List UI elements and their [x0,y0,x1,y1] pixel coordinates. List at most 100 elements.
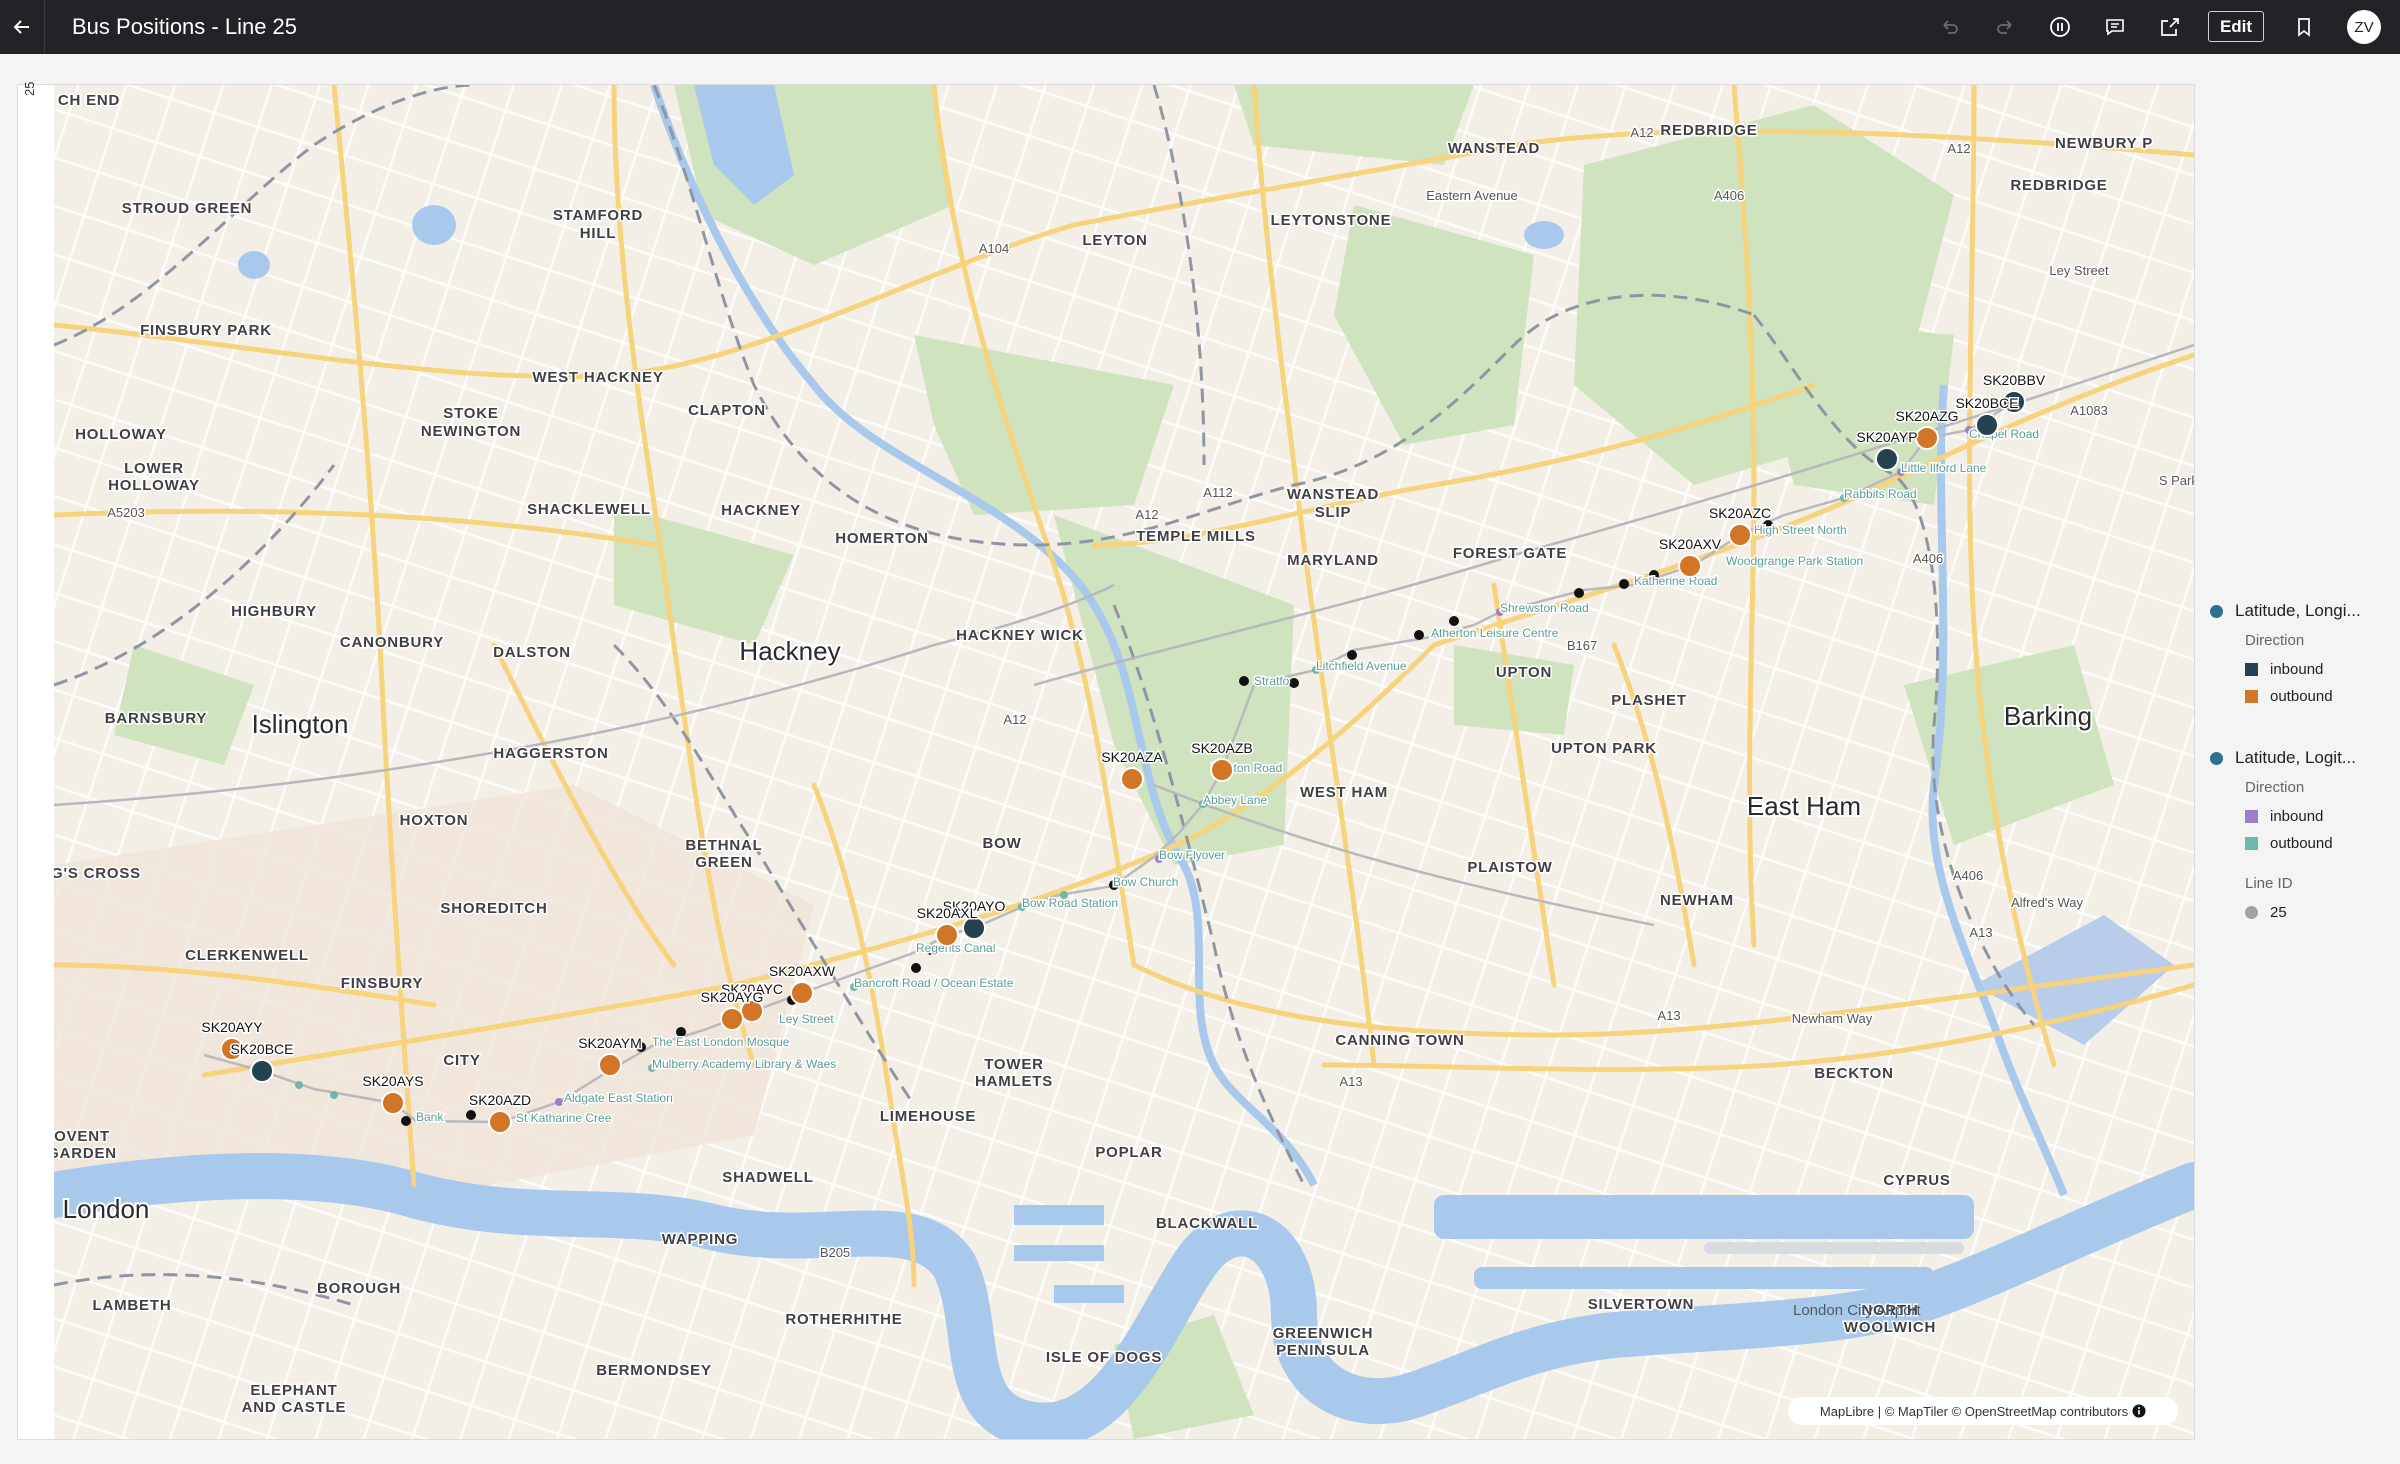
district-label: LEYTON [1082,232,1147,249]
map-canvas[interactable]: STROUD GREEN FINSBURY PARK STAMFORDHILL LEY… [54,85,2194,1439]
district-label: CANONBURY [340,634,444,651]
share-icon [2161,18,2179,36]
district-label: HILL [580,225,617,242]
bus-marker-inbound[interactable] [1875,447,1899,471]
legend-item-label: inbound [2270,808,2324,825]
bus-label: SK20AZG [1895,408,1958,424]
bookmark-button[interactable] [2286,9,2322,45]
undo-button[interactable] [1932,9,1968,45]
district-label: CANNING TOWN [1335,1032,1464,1049]
district-label: SHOREDITCH [440,900,547,917]
bus-label: SK20BCE [230,1041,293,1057]
map-view[interactable]: STROUD GREEN FINSBURY PARK STAMFORD HILL LEY… [54,85,2194,1439]
stop-label: Bank [416,1110,444,1124]
bus-label: SK20AYM [578,1035,642,1051]
district-label: MARYLAND [1287,552,1379,569]
bus-marker-outbound[interactable] [1120,767,1144,791]
district-label: FINSBURY PARK [140,322,272,339]
district-label: BLACKWALL [1156,1215,1258,1232]
bus-marker-outbound[interactable] [381,1091,405,1115]
bus-marker-inbound[interactable] [1975,413,1999,437]
stop-label: Rabbits Road [1844,487,1917,501]
road-label: Ley Street [2049,263,2109,278]
district-label: STOKE [443,405,498,422]
district-label: BOW [982,835,1021,852]
bus-label: SK20AXV [1659,536,1722,552]
bus-marker-outbound[interactable] [790,981,814,1005]
layer-dot-icon [2210,751,2223,765]
bus-marker-inbound[interactable] [250,1059,274,1083]
road-label: A1083 [2070,403,2108,418]
pause-icon [2050,17,2070,37]
legend-layer1-title[interactable]: Latitude, Longi... [2210,596,2400,626]
y-axis-tick: 25 [22,81,37,96]
stop-label: Woodgrange Park Station [1726,554,1863,568]
district-label: WOOLWICH [1844,1319,1936,1336]
legend-layer2-title[interactable]: Latitude, Logit... [2210,743,2400,773]
legend-item-inbound-1[interactable]: inbound [2245,656,2400,683]
bus-label: SK20AZA [1101,749,1163,765]
pause-button[interactable] [2042,9,2078,45]
edit-button[interactable]: Edit [2208,11,2264,42]
swatch-icon [2245,810,2258,823]
district-label: STROUD GREEN [122,200,252,217]
share-button[interactable] [2152,9,2188,45]
stop-label: Abbey Lane [1203,793,1267,807]
district-label: UPTON [1496,664,1552,681]
road-label: A104 [979,241,1009,256]
bus-label: SK20AZD [469,1092,531,1108]
bus-marker-outbound[interactable] [1915,426,1939,450]
top-bar: Bus Positions - Line 25 Edit ZV [0,0,2400,54]
legend-item-inbound-2[interactable]: inbound [2245,803,2400,830]
bus-marker-outbound[interactable] [488,1110,512,1134]
stop-label: Bow Road Station [1022,896,1118,910]
bus-label: SK20BBV [1983,372,2046,388]
redo-button[interactable] [1987,9,2023,45]
back-button[interactable] [0,0,45,54]
page-title: Bus Positions - Line 25 [72,14,298,39]
district-label: TEMPLE MILLS [1136,528,1256,545]
airport-runway [1704,1242,1964,1254]
legend-item-outbound-2[interactable]: outbound [2245,830,2400,857]
bus-marker-outbound[interactable] [1728,523,1752,547]
district-label: HACKNEY WICK [956,627,1084,644]
district-label: WEST HACKNEY [532,369,663,386]
bus-marker-outbound[interactable] [935,923,959,947]
bus-marker-outbound[interactable] [1678,554,1702,578]
district-label: HOMERTON [835,530,929,547]
district-label: CITY [443,1052,480,1069]
stop-label: Litchfield Avenue [1316,659,1407,673]
district-label: BECKTON [1814,1065,1894,1082]
district-label: HACKNEY [721,502,801,519]
info-icon[interactable] [2132,1404,2146,1418]
arrow-left-icon [13,20,29,34]
bus-label: SK20AXW [769,963,836,979]
district-label: AND CASTLE [242,1399,347,1416]
user-avatar[interactable]: ZV [2347,10,2381,44]
district-label: WANSTEAD [1287,486,1379,503]
bus-marker-outbound[interactable] [720,1007,744,1031]
legend-item-label: outbound [2270,688,2333,705]
stop-label: Stratfo [1254,674,1290,688]
district-label: GREEN [695,854,752,871]
legend-item-outbound-1[interactable]: outbound [2245,683,2400,710]
district-label: FOREST GATE [1453,545,1567,562]
road-label: A13 [1657,1008,1680,1023]
district-label: HIGHBURY [231,603,317,620]
district-label: NEWHAM [1660,892,1734,909]
comment-button[interactable] [2097,9,2133,45]
stop-label: Bow Flyover [1159,848,1225,862]
district-label: WAPPING [662,1231,738,1248]
legend-item-line-25[interactable]: 25 [2245,899,2400,926]
map-legend: Latitude, Longi... Direction inbound out… [2210,596,2400,926]
district-label: BERMONDSEY [596,1362,712,1379]
bus-marker-outbound[interactable] [1210,758,1234,782]
road-label: Eastern Avenue [1426,188,1518,203]
bus-marker-outbound[interactable] [598,1053,622,1077]
district-label: ROTHERHITHE [785,1311,902,1328]
district-label: NEWINGTON [421,423,521,440]
legend-layer2-label: Latitude, Logit... [2235,748,2356,767]
stop-label: St Katharine Cree [516,1111,612,1125]
legend-layer1-subtitle: Direction [2245,632,2305,649]
stop-label: Mulberry Academy Library & Waes [652,1057,836,1071]
